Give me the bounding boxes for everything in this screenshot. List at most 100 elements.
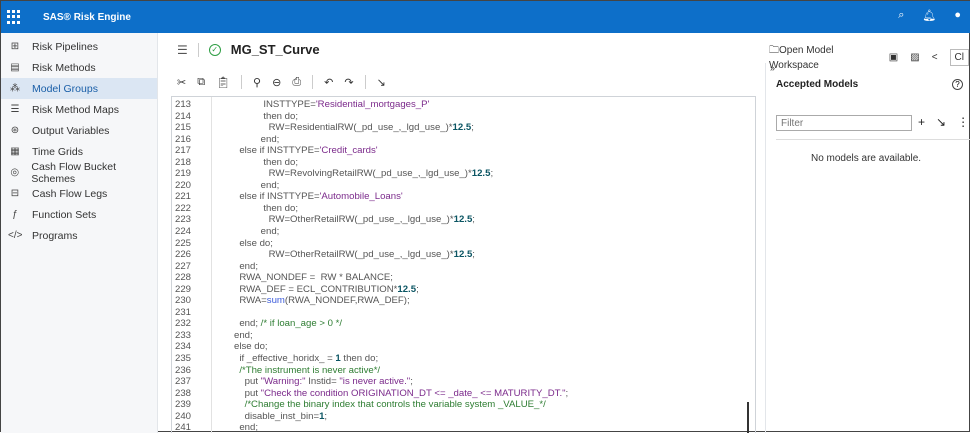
line-number: 225 <box>175 237 192 249</box>
bell-icon[interactable]: 🔔︎ <box>922 9 936 22</box>
code-token: then do; <box>226 202 298 214</box>
output-icon: ⊛ <box>10 125 20 136</box>
calendar-icon: ▦ <box>10 146 20 157</box>
code-token: put <box>226 376 261 388</box>
pipeline-icon: ⊞ <box>10 41 20 52</box>
paste-icon[interactable]: 📋︎ <box>216 76 230 89</box>
code-token: "Warning:" <box>260 376 306 388</box>
sidebar-item-label: Programs <box>32 229 78 242</box>
sidebar-item-label: Cash Flow Legs <box>32 187 108 200</box>
list-map-icon: ☰ <box>10 104 20 115</box>
line-number: 236 <box>175 364 192 376</box>
code-token: 12.5 <box>471 168 491 180</box>
code-token: RW=RevolvingRetailRW(_pd_use_,_lgd_use_)… <box>226 168 472 180</box>
code-token: end; <box>226 260 258 272</box>
code-line: 226 RW=OtherRetailRW(_pd_use_,_lgd_use_)… <box>172 249 755 261</box>
save-icon[interactable]: ▣ <box>889 52 898 63</box>
help-icon[interactable]: ? <box>952 79 963 90</box>
code-token: 'Residential_mortgages_P' <box>315 99 430 110</box>
line-number: 220 <box>175 179 192 191</box>
code-line: 225 else do; <box>172 238 755 250</box>
sidebar-item-function-sets[interactable]: ƒ Function Sets <box>1 204 157 225</box>
sidebar-item-risk-method-maps[interactable]: ☰ Risk Method Maps <box>1 99 157 120</box>
import-icon[interactable]: ↘ <box>936 115 946 129</box>
undo-icon[interactable]: ↶ <box>324 76 333 89</box>
filter-input[interactable] <box>776 115 912 131</box>
sidebar-item-cash-flow-bucket-schemes[interactable]: ◎ Cash Flow Bucket Schemes <box>1 161 157 185</box>
line-number: 217 <box>175 145 192 157</box>
code-token: end; <box>226 179 280 191</box>
code-line: 234 else do; <box>172 341 755 353</box>
empty-message: No models are available. <box>810 153 922 164</box>
code-line: 222 then do; <box>172 203 755 215</box>
code-token: ; <box>410 376 413 388</box>
add-icon[interactable]: + <box>918 115 925 129</box>
code-line: 232 end; /* if loan_age > 0 */ <box>172 318 755 330</box>
sidebar-item-label: Function Sets <box>32 208 97 221</box>
sidebar-item-risk-pipelines[interactable]: ⊞ Risk Pipelines <box>1 36 157 57</box>
code-token: ; <box>490 168 494 180</box>
line-number: 229 <box>175 283 192 295</box>
sidebar-item-cash-flow-legs[interactable]: ⊟ Cash Flow Legs <box>1 183 157 204</box>
code-token: 'Credit_cards' <box>319 145 378 157</box>
code-token: /*The instrument is never active*/ <box>226 364 381 376</box>
code-token: (RWA_NONDEF,RWA_DEF); <box>284 295 410 307</box>
code-token: end; <box>226 133 280 145</box>
scrollbar[interactable] <box>747 402 749 433</box>
code-line: 241 end; <box>172 422 755 433</box>
code-line: 215 RW=ResidentialRW(_pd_use_,_lgd_use_)… <box>172 122 755 134</box>
sidebar-item-output-variables[interactable]: ⊛ Output Variables <box>1 120 157 141</box>
code-token: else if INSTTYPE= <box>226 145 320 157</box>
sidebar-item-label: Risk Pipelines <box>32 40 98 53</box>
line-number: 221 <box>175 191 192 203</box>
sidebar-item-risk-methods[interactable]: ▤ Risk Methods <box>1 57 157 78</box>
line-number: 223 <box>175 214 192 226</box>
panel-title: Accepted Models <box>776 79 859 90</box>
sidebar-item-label: Time Grids <box>32 145 83 158</box>
code-token: ; <box>324 410 328 422</box>
print-icon[interactable]: ⎙ <box>292 76 301 89</box>
code-token: end; <box>226 226 280 238</box>
sidebar-item-label: Risk Methods <box>32 61 96 74</box>
search-icon[interactable]: ⌕ <box>898 9 904 22</box>
line-number: 238 <box>175 387 192 399</box>
line-number: 241 <box>175 422 192 433</box>
cut-icon[interactable]: ✂ <box>177 76 186 89</box>
code-token: end; <box>226 329 253 341</box>
top-bar: SAS® Risk Engine ⌕ 🔔︎ ● <box>1 1 970 33</box>
copy-icon[interactable]: ⧉ <box>197 76 205 89</box>
user-icon[interactable]: ● <box>954 9 961 22</box>
code-line: 223 RW=OtherRetailRW(_pd_use_,_lgd_use_)… <box>172 214 755 226</box>
replace-icon[interactable]: ⊖ <box>272 76 281 89</box>
code-token: then do; <box>340 353 379 365</box>
code-token: "Check the condition ORIGINATION_DT <= _… <box>260 387 566 399</box>
sidebar-item-label: Model Groups <box>32 82 98 95</box>
share-icon[interactable]: < <box>932 52 938 63</box>
sidebar-item-programs[interactable]: </> Programs <box>1 225 157 246</box>
list-icon[interactable]: ☰ <box>177 42 199 57</box>
accepted-models-panel: » Accepted Models ? + ↘ ⋮ No models are … <box>765 63 970 433</box>
line-number: 216 <box>175 133 192 145</box>
collapse-icon[interactable]: » <box>770 63 775 73</box>
line-number: 237 <box>175 376 192 388</box>
main-panel: ☰ ✓ MG_ST_Curve ✂ ⧉ 📋︎ ⚲ ⊖ ⎙ ↶ ↷ ↘ 213 I… <box>159 33 764 433</box>
more-icon[interactable]: ⋮ <box>957 115 969 129</box>
find-icon[interactable]: ⚲ <box>253 76 261 89</box>
app-launcher-icon[interactable] <box>7 10 21 24</box>
code-token: else do; <box>226 237 273 249</box>
code-token: else if INSTTYPE= <box>226 191 320 203</box>
import-icon[interactable]: ↘ <box>377 76 386 89</box>
code-line: 219 RW=RevolvingRetailRW(_pd_use_,_lgd_u… <box>172 168 755 180</box>
line-number: 222 <box>175 202 192 214</box>
document-icon: ▤ <box>10 62 20 73</box>
redo-icon[interactable]: ↷ <box>344 76 353 89</box>
folder-icon: 🗀 <box>769 45 779 56</box>
validate-icon[interactable]: ▨ <box>910 52 919 63</box>
sidebar-item-time-grids[interactable]: ▦ Time Grids <box>1 141 157 162</box>
line-number: 214 <box>175 110 192 122</box>
code-editor[interactable]: 213 INSTTYPE='Residential_mortgages_P' 21… <box>171 96 756 433</box>
code-line: 238 put "Check the condition ORIGINATION… <box>172 388 755 400</box>
line-number: 218 <box>175 156 192 168</box>
code-token: 12.5 <box>397 283 417 295</box>
sidebar-item-model-groups[interactable]: ⁂ Model Groups <box>1 78 157 99</box>
